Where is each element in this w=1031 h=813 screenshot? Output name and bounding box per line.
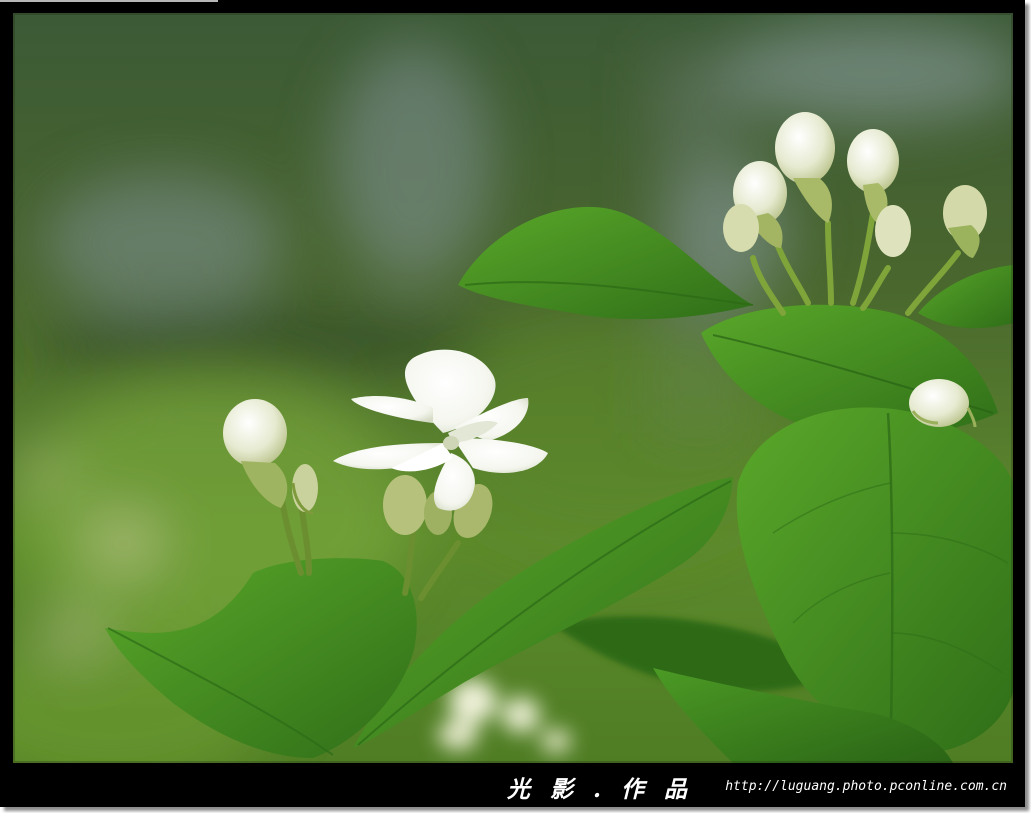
caption-bar: 光 影 . 作 品 http://luguang.photo.pconline.… [13,767,1013,803]
frame-top-strip [0,0,218,2]
jasmine-illustration [13,13,1013,763]
photo-frame: 光 影 . 作 品 http://luguang.photo.pconline.… [0,0,1025,807]
jasmine-photo [13,13,1013,763]
watermark-url: http://luguang.photo.pconline.com.cn [725,779,1007,794]
watermark-brand: 光 影 . 作 品 [507,776,694,803]
